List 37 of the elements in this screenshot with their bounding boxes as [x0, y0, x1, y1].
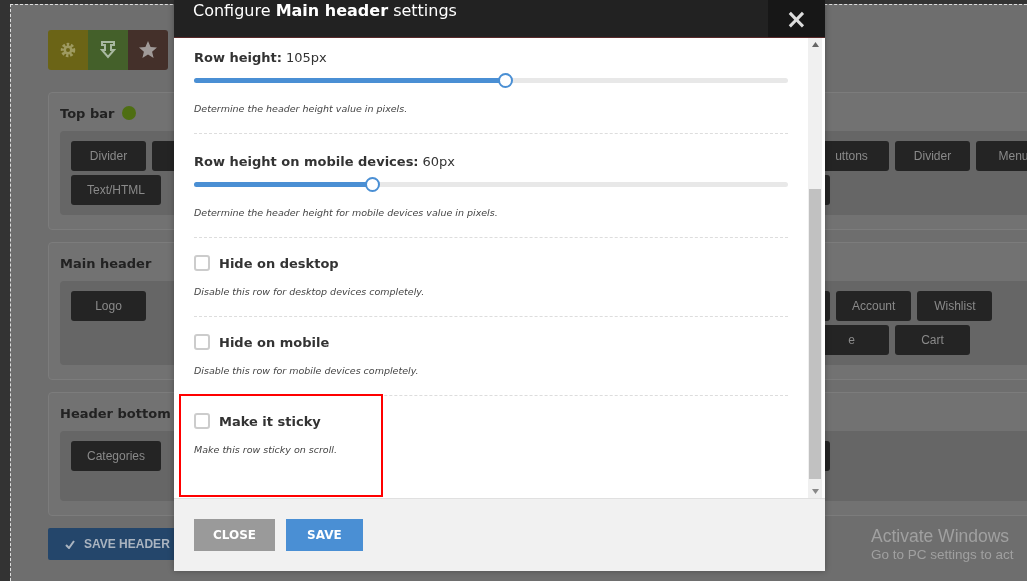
help-text: Make this row sticky on scroll.	[194, 444, 338, 455]
element-button[interactable]: Wishlist	[917, 291, 993, 321]
setting-label: Row height: 105px	[194, 48, 328, 66]
close-button[interactable]: ×	[768, 0, 825, 37]
slider[interactable]	[194, 177, 788, 192]
element-button[interactable]: Account	[836, 291, 912, 321]
help-text: Disable this row for mobile devices completely.	[194, 365, 420, 376]
download-icon[interactable]	[88, 30, 128, 70]
checkbox[interactable]	[194, 255, 210, 271]
help-text: Determine the header height value in pixels.	[194, 103, 409, 114]
help-text: Disable this row for desktop devices completely.	[194, 286, 426, 297]
panel-title: Main header	[60, 255, 152, 271]
element-button[interactable]: Divider	[895, 141, 970, 171]
help-text: Determine the header height for mobile devices value in pixels.	[194, 207, 499, 218]
slider[interactable]	[194, 73, 788, 88]
check-icon	[65, 539, 75, 549]
element-button[interactable]: Logo	[71, 291, 146, 321]
element-button[interactable]: Text/HTML	[71, 175, 161, 205]
close-button[interactable]: CLOSE	[194, 519, 276, 551]
gear-icon[interactable]	[48, 30, 88, 70]
scrollbar[interactable]	[808, 38, 822, 498]
element-button[interactable]: Menu	[976, 141, 1027, 171]
panel-title: Header bottom	[60, 405, 171, 421]
scroll-up-icon[interactable]	[811, 42, 819, 47]
checkbox-label: Hide on desktop	[219, 255, 339, 271]
checkbox-label: Hide on mobile	[219, 334, 330, 350]
element-button[interactable]: Categories	[71, 441, 162, 471]
checkbox-label: Make it sticky	[219, 413, 321, 429]
element-button[interactable]: Cart	[895, 325, 970, 355]
checkbox[interactable]	[194, 334, 210, 350]
scroll-down-icon[interactable]	[811, 489, 819, 494]
dialog-title: Configure Main header settings	[192, 0, 458, 22]
save-button[interactable]: SAVE	[286, 519, 363, 551]
panel-title: Top bar	[60, 105, 115, 121]
setting-label: Row height on mobile devices: 60px	[194, 152, 457, 170]
element-button[interactable]: Divider	[71, 141, 146, 171]
checkbox[interactable]	[194, 413, 210, 429]
